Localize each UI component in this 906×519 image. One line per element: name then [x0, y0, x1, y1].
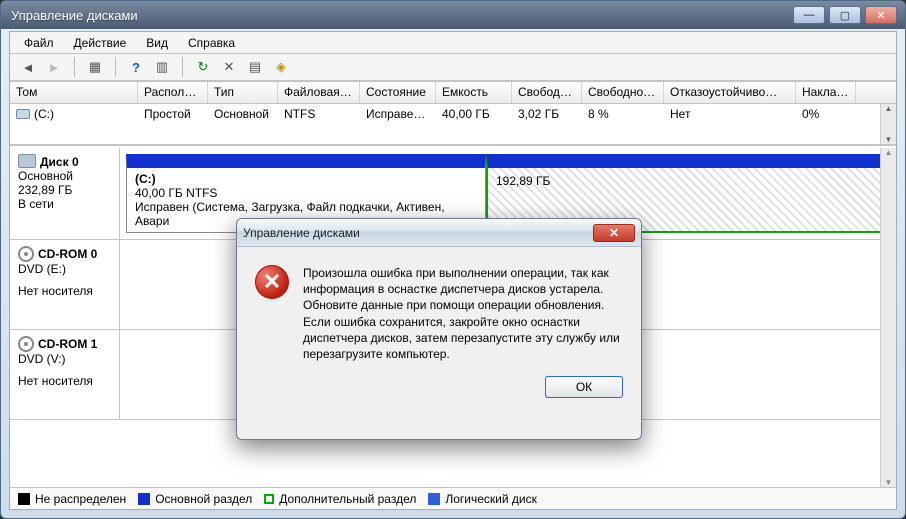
cd-icon	[18, 336, 34, 352]
volume-icon	[16, 109, 30, 119]
disk-icon	[18, 154, 36, 168]
disk0-size: 232,89 ГБ	[18, 183, 111, 197]
cd0-mount: DVD (E:)	[18, 262, 111, 276]
cd0-info: CD-ROM 0 DVD (E:) Нет носителя	[10, 240, 120, 329]
volume-overhead: 0%	[796, 106, 856, 122]
col-overhead[interactable]: Накладны…	[796, 82, 856, 103]
dialog-title: Управление дисками	[243, 226, 593, 240]
volume-row[interactable]: (C:) Простой Основной NTFS Исправен… 40,…	[10, 104, 896, 124]
legend-swatch-extended	[264, 494, 274, 504]
window-title: Управление дисками	[7, 8, 793, 23]
back-button[interactable]: ◄	[18, 57, 38, 77]
volume-free-pct: 8 %	[582, 106, 664, 122]
part-unalloc-size: 192,89 ГБ	[496, 174, 878, 188]
disk0-info: Диск 0 Основной 232,89 ГБ В сети	[10, 148, 120, 239]
volume-type: Основной	[208, 106, 278, 122]
col-capacity[interactable]: Емкость	[436, 82, 512, 103]
cd-icon	[18, 246, 34, 262]
cd1-info: CD-ROM 1 DVD (V:) Нет носителя	[10, 330, 120, 419]
ok-button[interactable]: ОК	[545, 376, 623, 398]
legend-swatch-logical	[428, 493, 440, 505]
help-icon[interactable]: ?	[126, 57, 146, 77]
delete-icon[interactable]: ✕	[219, 57, 239, 77]
col-free[interactable]: Свобод…	[512, 82, 582, 103]
cd1-mount: DVD (V:)	[18, 352, 111, 366]
menu-file[interactable]: Файл	[14, 34, 64, 52]
cd1-name: CD-ROM 1	[38, 337, 97, 351]
disk0-status: В сети	[18, 197, 111, 211]
forward-button[interactable]: ►	[44, 57, 64, 77]
volume-fs: NTFS	[278, 106, 360, 122]
disk0-name: Диск 0	[40, 155, 79, 169]
cd1-status: Нет носителя	[18, 374, 111, 388]
menubar: Файл Действие Вид Справка	[10, 32, 896, 54]
col-status[interactable]: Состояние	[360, 82, 436, 103]
column-headers[interactable]: Том Располо… Тип Файловая с… Состояние Е…	[10, 82, 896, 104]
volume-layout: Простой	[138, 106, 208, 122]
disk0-type: Основной	[18, 169, 111, 183]
volume-list[interactable]: Том Располо… Тип Файловая с… Состояние Е…	[10, 82, 896, 146]
dialog-close-button[interactable]: ✕	[593, 224, 635, 242]
col-volume[interactable]: Том	[10, 82, 138, 103]
part-c-label: (C:)	[135, 172, 156, 186]
menu-view[interactable]: Вид	[136, 34, 178, 52]
col-fault[interactable]: Отказоустойчиво…	[664, 82, 796, 103]
col-free-pct[interactable]: Свободно %	[582, 82, 664, 103]
volume-status: Исправен…	[360, 106, 436, 122]
col-filesystem[interactable]: Файловая с…	[278, 82, 360, 103]
dialog-titlebar[interactable]: Управление дисками ✕	[237, 219, 641, 247]
volume-capacity: 40,00 ГБ	[436, 106, 512, 122]
legend: Не распределен Основной раздел Дополните…	[10, 487, 896, 509]
volume-fault: Нет	[664, 106, 796, 122]
legend-unallocated: Не распределен	[35, 492, 126, 506]
volume-name: (C:)	[34, 107, 54, 121]
refresh-icon[interactable]: ↻	[193, 57, 213, 77]
cd0-name: CD-ROM 0	[38, 247, 97, 261]
maximize-button[interactable]: ▢	[829, 6, 861, 24]
minimize-button[interactable]: —	[793, 6, 825, 24]
list-scrollbar[interactable]: ▲▼	[880, 104, 896, 144]
legend-swatch-primary	[138, 493, 150, 505]
col-type[interactable]: Тип	[208, 82, 278, 103]
menu-action[interactable]: Действие	[64, 34, 137, 52]
volume-free: 3,02 ГБ	[512, 106, 582, 122]
legend-extended: Дополнительный раздел	[279, 492, 416, 506]
part-c-size: 40,00 ГБ NTFS	[135, 186, 477, 200]
error-icon: ✕	[255, 265, 289, 299]
error-dialog: Управление дисками ✕ ✕ Произошла ошибка …	[236, 218, 642, 440]
map-scrollbar[interactable]: ▲▼	[880, 148, 896, 487]
view-list-icon[interactable]: ▦	[85, 57, 105, 77]
close-button[interactable]: ✕	[865, 6, 897, 24]
calendar-icon[interactable]: ▥	[152, 57, 172, 77]
action-icon[interactable]: ◈	[271, 57, 291, 77]
cd0-status: Нет носителя	[18, 284, 111, 298]
col-layout[interactable]: Располо…	[138, 82, 208, 103]
toolbar: ◄ ► ▦ ? ▥ ↻ ✕ ▤ ◈	[10, 54, 896, 82]
legend-swatch-unallocated	[18, 493, 30, 505]
legend-primary: Основной раздел	[155, 492, 252, 506]
menu-help[interactable]: Справка	[178, 34, 245, 52]
dialog-message: Произошла ошибка при выполнении операции…	[303, 265, 623, 362]
legend-logical: Логический диск	[445, 492, 537, 506]
properties-icon[interactable]: ▤	[245, 57, 265, 77]
titlebar[interactable]: Управление дисками — ▢ ✕	[1, 1, 905, 29]
